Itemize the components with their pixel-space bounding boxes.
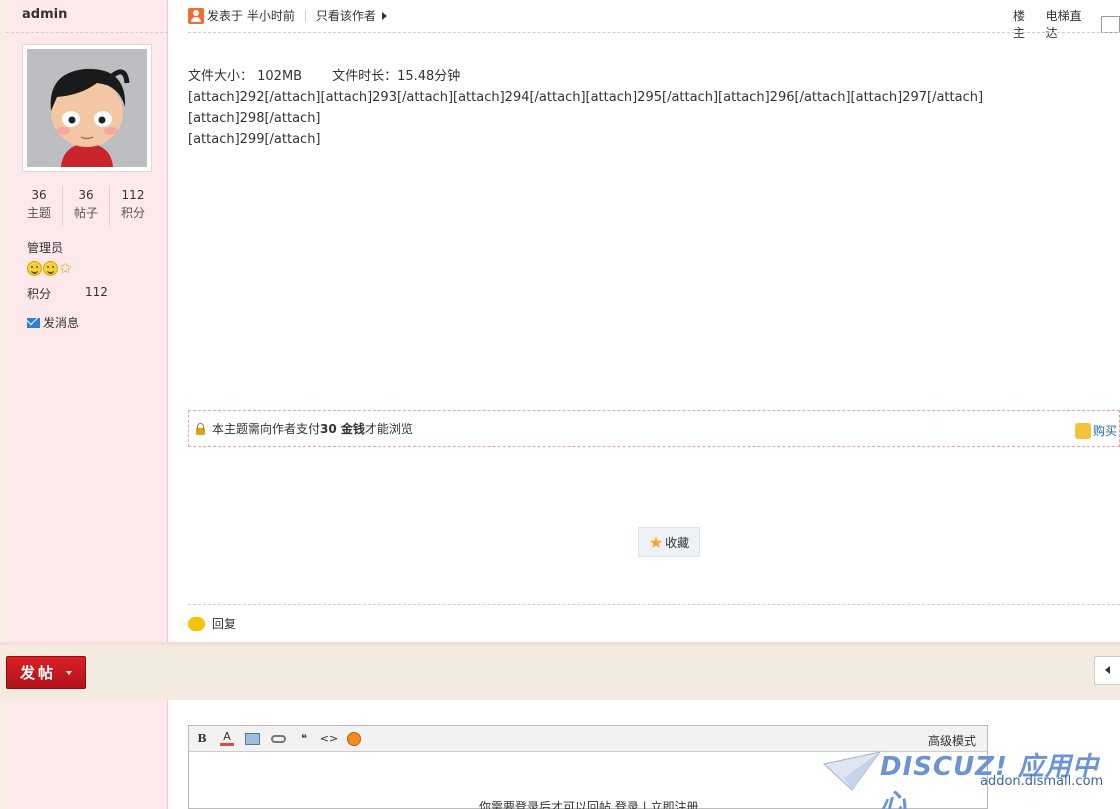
stat-value: 36 — [31, 188, 47, 202]
stat-threads[interactable]: 36 主题 — [16, 186, 63, 226]
watermark-url: addon.dismall.com — [980, 774, 1104, 789]
send-message-link[interactable]: 发消息 — [27, 314, 79, 331]
reply-label: 回复 — [212, 617, 237, 631]
floor-input[interactable] — [1101, 15, 1120, 33]
jump-label: 电梯直达 — [1045, 9, 1082, 40]
credit-label: 积分 — [27, 287, 52, 301]
paywall-text-before: 本主题需向作者支付 — [212, 422, 321, 436]
login-tip: 你需要登录后才可以回帖 登录 | 立即注册 — [479, 800, 699, 809]
file-info: 文件大小： 102MB 文件时长：15.48分钟 — [188, 66, 1088, 87]
star-icon: ✩ — [59, 259, 72, 277]
smile-icon — [27, 261, 42, 276]
arrow-right-icon — [381, 11, 387, 20]
floor-label: 楼主 — [1013, 9, 1026, 40]
divider — [188, 32, 1120, 33]
image-icon[interactable] — [245, 732, 260, 745]
stat-posts[interactable]: 36 帖子 — [63, 186, 110, 226]
post-info: 发表于 半小时前 只看该作者 — [188, 7, 387, 24]
credit-value: 112 — [85, 285, 108, 299]
posted-time: 发表于 半小时前 — [207, 9, 295, 23]
mail-icon — [27, 317, 40, 328]
link-icon[interactable] — [271, 734, 286, 743]
lock-icon — [195, 422, 206, 435]
stat-credits[interactable]: 112 积分 — [110, 186, 156, 226]
user-icon — [188, 7, 204, 24]
author-name[interactable]: admin — [22, 7, 67, 22]
star-icon: ★ — [648, 532, 664, 552]
buy-link[interactable]: 购买 — [1075, 422, 1117, 439]
font-color-icon[interactable]: A — [220, 731, 234, 746]
favorite-button[interactable]: ★ 收藏 — [638, 527, 700, 557]
paywall-amount: 30 金钱 — [320, 422, 365, 436]
stat-label: 主题 — [26, 206, 51, 220]
new-post-button[interactable]: 发帖 — [6, 656, 86, 689]
user-group[interactable]: 管理员 — [27, 239, 63, 256]
attach-line: [attach]299[/attach] — [188, 132, 321, 147]
stat-value: 36 — [78, 188, 94, 202]
post-floor-controls: 楼主 电梯直达 — [1013, 7, 1120, 41]
chevron-down-icon — [66, 670, 72, 675]
author-stats: 36 主题 36 帖子 112 积分 — [16, 186, 156, 226]
rank-icons: ✩ — [27, 261, 72, 276]
new-post-label: 发帖 — [19, 664, 56, 682]
reply-link[interactable]: 回复 — [188, 615, 236, 632]
buy-label: 购买 — [1093, 424, 1118, 438]
post-content: 文件大小： 102MB 文件时长：15.48分钟 [attach]292[/att… — [188, 66, 1088, 150]
bold-icon[interactable]: B — [195, 732, 209, 746]
paywall-notice: 本主题需向作者支付 30 金钱 才能浏览 — [188, 410, 1120, 447]
thumbs-up-icon — [1075, 422, 1091, 439]
attach-line: [attach]292[/attach][attach]293[/attach]… — [188, 90, 984, 126]
emoji-icon[interactable] — [347, 731, 361, 746]
favorite-label: 收藏 — [665, 535, 690, 550]
quote-icon[interactable]: ❝ — [297, 732, 311, 746]
paper-plane-icon — [822, 751, 882, 791]
file-size: 文件大小： 102MB — [188, 69, 303, 84]
reply-bubble-icon — [188, 616, 205, 631]
quick-reply-sidebar — [6, 700, 168, 809]
stat-label: 积分 — [120, 206, 145, 220]
file-duration: 文件时长：15.48分钟 — [332, 69, 461, 84]
only-author-link[interactable]: 只看该作者 — [316, 7, 376, 24]
paywall-text-after: 才能浏览 — [364, 422, 413, 436]
code-icon[interactable]: <> — [320, 732, 338, 746]
back-button[interactable] — [1094, 656, 1120, 685]
action-bar — [0, 642, 1120, 700]
stat-value: 112 — [121, 188, 145, 202]
send-message-label: 发消息 — [43, 316, 80, 330]
avatar[interactable] — [22, 44, 152, 172]
smile-icon — [43, 261, 58, 276]
stat-label: 帖子 — [73, 206, 98, 220]
watermark-logo: DISCUZ! 应用中心 addon.dismall.com — [822, 742, 1112, 809]
divider — [188, 604, 1120, 605]
avatar-illustration — [27, 49, 147, 167]
credit-row: 积分 112 — [27, 285, 108, 302]
